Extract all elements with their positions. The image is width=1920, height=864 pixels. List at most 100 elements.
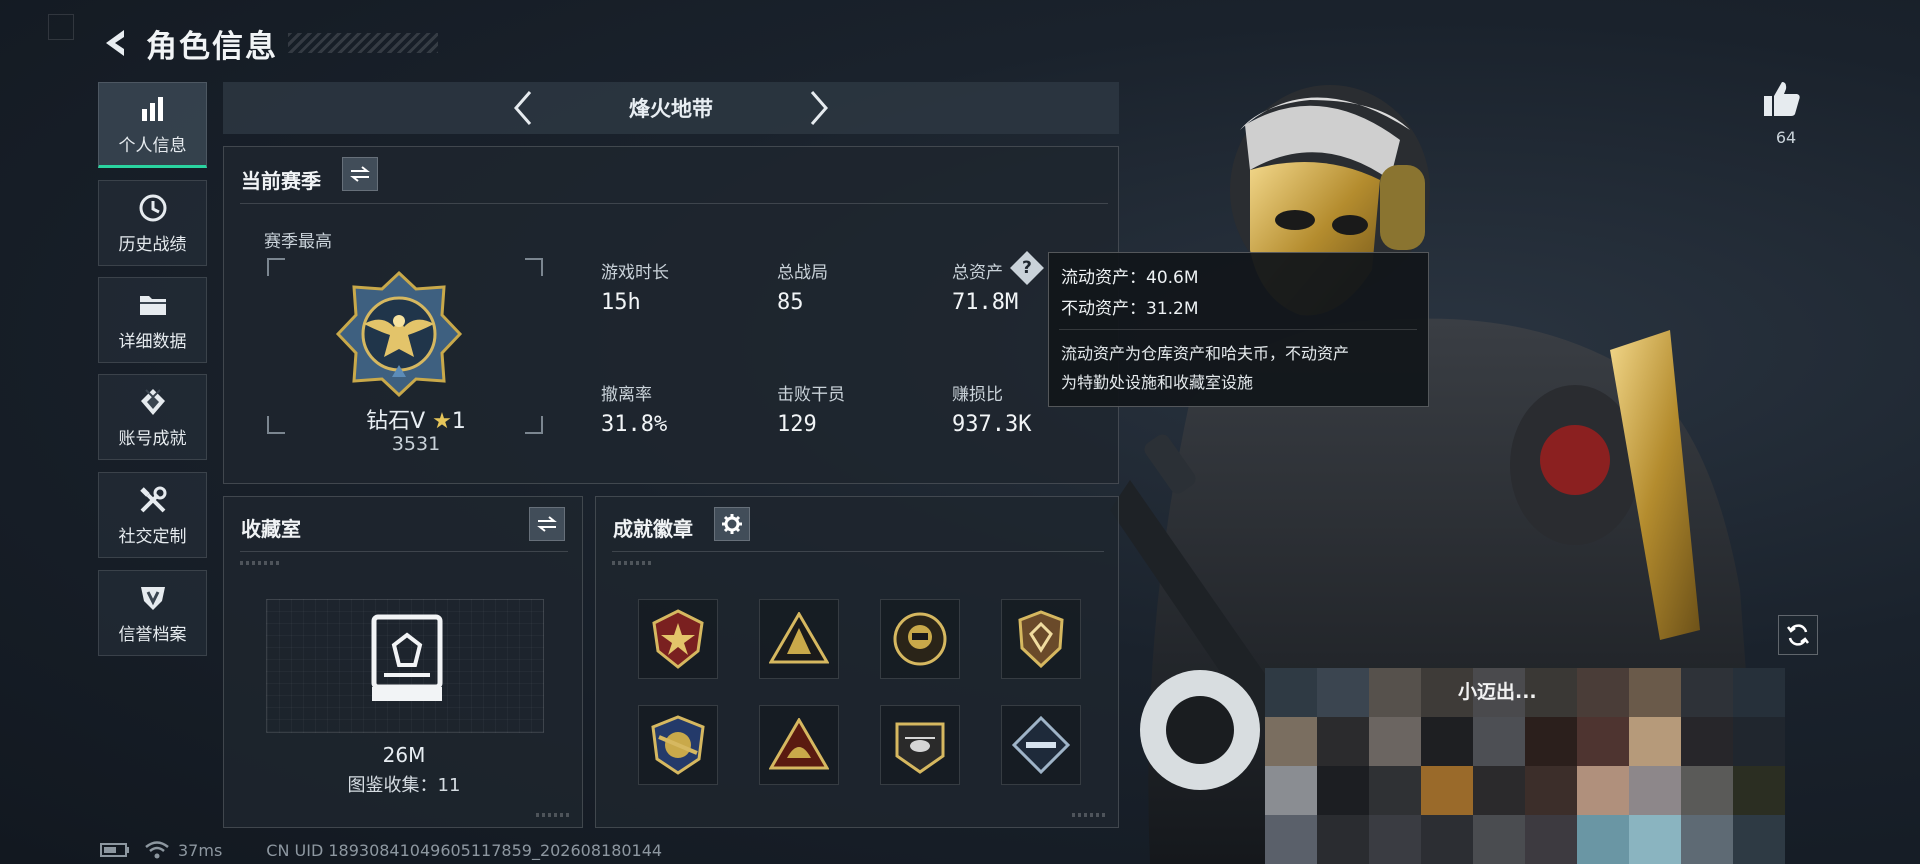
chevron-left-icon — [514, 91, 532, 125]
stat-value-extract-rate: 31.8% — [601, 412, 668, 437]
sidebar-item-label: 社交定制 — [118, 526, 187, 547]
helmet-triangle-badge-icon — [769, 718, 829, 770]
stat-value-playtime: 15h — [601, 290, 641, 315]
thumbs-up-icon — [1764, 82, 1800, 116]
bar-chart-icon — [137, 93, 169, 125]
tooltip-note-line2: 为特勤处设施和收藏室设施 — [1061, 373, 1254, 392]
decor-dash — [1072, 813, 1106, 817]
helicopter-badge-icon — [895, 722, 945, 774]
corner-frame-mark — [48, 14, 74, 40]
back-arrow-icon — [106, 30, 124, 56]
badge-slot[interactable] — [1001, 705, 1081, 785]
eagle-crest-badge-icon — [651, 715, 705, 775]
like-count: 64 — [1775, 128, 1797, 147]
season-mode-name: 烽火地带 — [629, 97, 713, 121]
sidebar-item-history[interactable]: 历史战绩 — [98, 180, 207, 266]
collection-caption: 图鉴收集：11 — [347, 775, 461, 796]
status-bar: 37ms CN UID 1893084104960511785​9_202608… — [100, 840, 662, 860]
display-case-icon — [371, 614, 443, 701]
star-icon: ★ — [432, 409, 452, 434]
question-icon: ? — [1022, 258, 1032, 278]
decor-dash — [240, 561, 280, 565]
season-nav-bar: 烽火地带 — [223, 82, 1119, 134]
soldier-triangle-badge-icon — [769, 612, 829, 664]
sidebar-item-personal-info[interactable]: 个人信息 — [98, 82, 207, 168]
stat-label-total-assets: 总资产 — [952, 263, 1003, 283]
tooltip-fixed-assets: 不动资产：31.2M — [1061, 299, 1199, 319]
folder-icon — [137, 289, 169, 321]
badge-slot[interactable] — [880, 705, 960, 785]
stat-label-playtime: 游戏时长 — [601, 263, 669, 283]
achievement-icon — [137, 386, 169, 418]
rank-points: 3531 — [391, 433, 441, 455]
badge-slot[interactable] — [638, 599, 718, 679]
collection-room-panel: 收藏室 26M 图鉴收集：11 — [223, 496, 583, 828]
collection-value: 26M — [382, 743, 426, 767]
chevron-right-icon — [810, 91, 828, 125]
collection-room-title: 收藏室 — [241, 517, 301, 541]
sidebar-item-social-customize[interactable]: 社交定制 — [98, 472, 207, 558]
achievement-badges-title: 成就徽章 — [613, 517, 693, 541]
badge-slot[interactable] — [759, 705, 839, 785]
season-peak-label: 赛季最高 — [264, 232, 332, 252]
sidebar-item-detailed-data[interactable]: 详细数据 — [98, 277, 207, 363]
badge-slot[interactable] — [638, 705, 718, 785]
diamond-rank-emblem — [335, 270, 463, 398]
player-name: 小迈出... — [1458, 681, 1537, 703]
back-button[interactable] — [96, 23, 136, 63]
header-bar: 角色信息 — [96, 18, 438, 68]
stat-label-total-matches: 总战局 — [777, 263, 828, 283]
sidebar-item-achievements[interactable]: 账号成就 — [98, 374, 207, 460]
tools-icon — [137, 484, 169, 516]
rifle-diamond-badge-icon — [1012, 716, 1070, 774]
sidebar-item-label: 信誉档案 — [118, 624, 187, 645]
stat-label-kills: 击败干员 — [777, 385, 845, 405]
panel-divider — [612, 551, 1104, 552]
decor-dash — [612, 561, 652, 565]
astronaut-badge-icon — [893, 612, 947, 666]
gear-icon — [722, 514, 742, 534]
refresh-icon — [1787, 624, 1809, 646]
star-shield-badge-icon — [652, 609, 704, 669]
credit-shield-icon — [137, 582, 169, 614]
battery-icon — [100, 843, 129, 857]
rank-stars: 1 — [451, 409, 466, 434]
rank-name-row: 钻石V ★1 — [346, 403, 486, 435]
stat-label-extract-rate: 撤离率 — [601, 385, 652, 405]
stat-value-profit-ratio: 937.3K — [952, 412, 1032, 437]
assets-tooltip: 流动资产：40.6M 不动资产：31.2M 流动资产为仓库资产和哈夫币，不动资产… — [1048, 252, 1429, 407]
shield-crest-badge-icon — [1018, 610, 1064, 668]
tooltip-divider — [1059, 329, 1417, 330]
sidebar-item-label: 个人信息 — [118, 135, 187, 156]
stat-label-profit-ratio: 赚损比 — [952, 385, 1003, 405]
badge-slot[interactable] — [880, 599, 960, 679]
like-button[interactable] — [1762, 80, 1810, 124]
title-stripe-decoration — [288, 33, 438, 53]
badge-slot[interactable] — [1001, 599, 1081, 679]
collection-switch-button[interactable] — [529, 507, 565, 541]
current-season-panel: 当前赛季 赛季最高 钻石V ★1 3531 游戏时长 15h 总战局 85 总资… — [223, 146, 1119, 484]
rotate-character-button[interactable] — [1778, 615, 1818, 655]
panel-divider — [240, 551, 568, 552]
badge-settings-button[interactable] — [714, 507, 750, 541]
swap-arrows-icon — [350, 166, 370, 182]
switch-season-button[interactable] — [342, 157, 378, 191]
tooltip-liquid-assets: 流动资产：40.6M — [1061, 268, 1199, 288]
sidebar-item-label: 历史战绩 — [118, 234, 187, 255]
prev-season-button[interactable] — [503, 88, 543, 128]
sidebar-item-label: 详细数据 — [118, 331, 187, 352]
next-season-button[interactable] — [799, 88, 839, 128]
sidebar-item-label: 账号成就 — [118, 428, 187, 449]
assets-help-button[interactable]: ? — [1010, 251, 1044, 285]
page-title: 角色信息 — [146, 28, 278, 65]
decor-dash — [536, 813, 570, 817]
rank-name: 钻石V — [366, 409, 426, 434]
tooltip-note-line1: 流动资产为仓库资产和哈夫币，不动资产 — [1061, 344, 1350, 363]
stat-value-total-matches: 85 — [777, 290, 804, 315]
badge-slot[interactable] — [759, 599, 839, 679]
wifi-icon — [145, 841, 169, 859]
stat-value-kills: 129 — [777, 412, 817, 437]
sidebar-item-credit-record[interactable]: 信誉档案 — [98, 570, 207, 656]
stat-value-total-assets: 71.8M — [952, 290, 1019, 315]
swap-arrows-icon — [537, 516, 557, 532]
